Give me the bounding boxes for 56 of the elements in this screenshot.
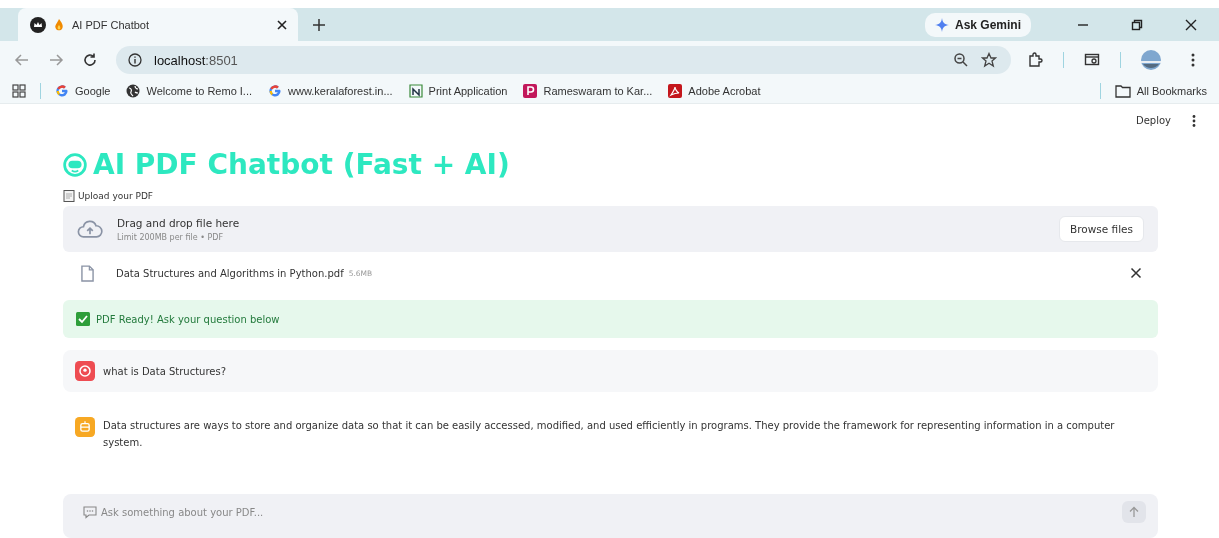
avatar-icon[interactable] [1141,50,1161,70]
file-name: Data Structures and Algorithms in Python.pdf [116,267,344,279]
apps-grid-icon[interactable] [12,84,26,98]
google-g-icon [268,84,283,98]
speech-bubble-icon [83,505,97,519]
n-logo-icon [408,84,423,98]
remove-icon[interactable] [1130,267,1142,279]
p-logo-icon [523,84,538,98]
cloud-upload-icon [77,219,103,239]
crown-icon [30,16,46,33]
star-icon[interactable] [981,52,997,68]
new-tab-icon[interactable] [312,17,326,32]
deploy-button[interactable]: Deploy [1132,113,1175,128]
file-icon [81,264,94,282]
address-bar[interactable]: localhost:8501 [116,46,1011,74]
browse-files-button[interactable]: Browse files [1058,216,1144,242]
close-icon[interactable] [1185,18,1197,31]
sparkle-icon [934,17,949,32]
google-g-icon [55,84,69,98]
bookmark[interactable]: Print Application [408,84,508,98]
arrow-up-icon [1128,506,1140,518]
screen-search-icon[interactable] [1084,52,1100,68]
success-message: PDF Ready! Ask your question below [96,313,280,325]
flame-icon [52,17,66,32]
reload-icon[interactable] [82,52,98,68]
folder-icon [1114,83,1131,99]
bookmark[interactable]: Rameswaram to Kar... [523,84,653,98]
file-limit: Limit 200MB per file • PDF [117,232,224,242]
page-title: AI PDF Chatbot (Fast + AI) [93,147,510,183]
info-icon [128,53,142,67]
close-icon[interactable] [276,18,288,31]
puzzle-icon[interactable] [1027,52,1043,68]
browser-tab[interactable]: AI PDF Chatbot [18,8,298,41]
all-bookmarks-button[interactable]: All Bookmarks [1114,83,1207,99]
drop-instructions: Drag and drop file here [117,216,240,229]
globe-icon [126,84,141,98]
restore-icon[interactable] [1131,18,1143,31]
user-avatar-icon [75,361,95,381]
smiley-icon [63,153,87,177]
checkbox-tick-icon [76,312,90,326]
drop-zone[interactable]: Drag and drop file here Limit 200MB per file • PDF Browse files [63,206,1158,252]
message-text: Data structures are ways to store and organize data so that it can be easily accessed, modified, and used efficiently in programs. They provide the framework for representing information in a computer system. [103,419,1116,450]
bookmark[interactable]: Google [55,84,111,98]
bookmark[interactable]: Adobe Acrobat [668,84,761,98]
message-text: what is Data Structures? [103,364,226,379]
zoom-out-icon[interactable] [953,52,969,68]
ask-gemini-button[interactable]: Ask Gemini [924,12,1031,37]
acrobat-icon [668,84,683,98]
document-icon [63,190,75,202]
uploader-label: Upload your PDF [78,191,154,201]
bookmark[interactable]: Welcome to Remo I... [126,84,253,98]
back-icon[interactable] [14,52,30,68]
bot-avatar-icon [75,417,95,437]
forward-icon[interactable] [48,52,64,68]
bookmark[interactable]: www.keralaforest.in... [268,84,393,98]
chat-input[interactable]: Ask something about your PDF... [63,494,1158,538]
